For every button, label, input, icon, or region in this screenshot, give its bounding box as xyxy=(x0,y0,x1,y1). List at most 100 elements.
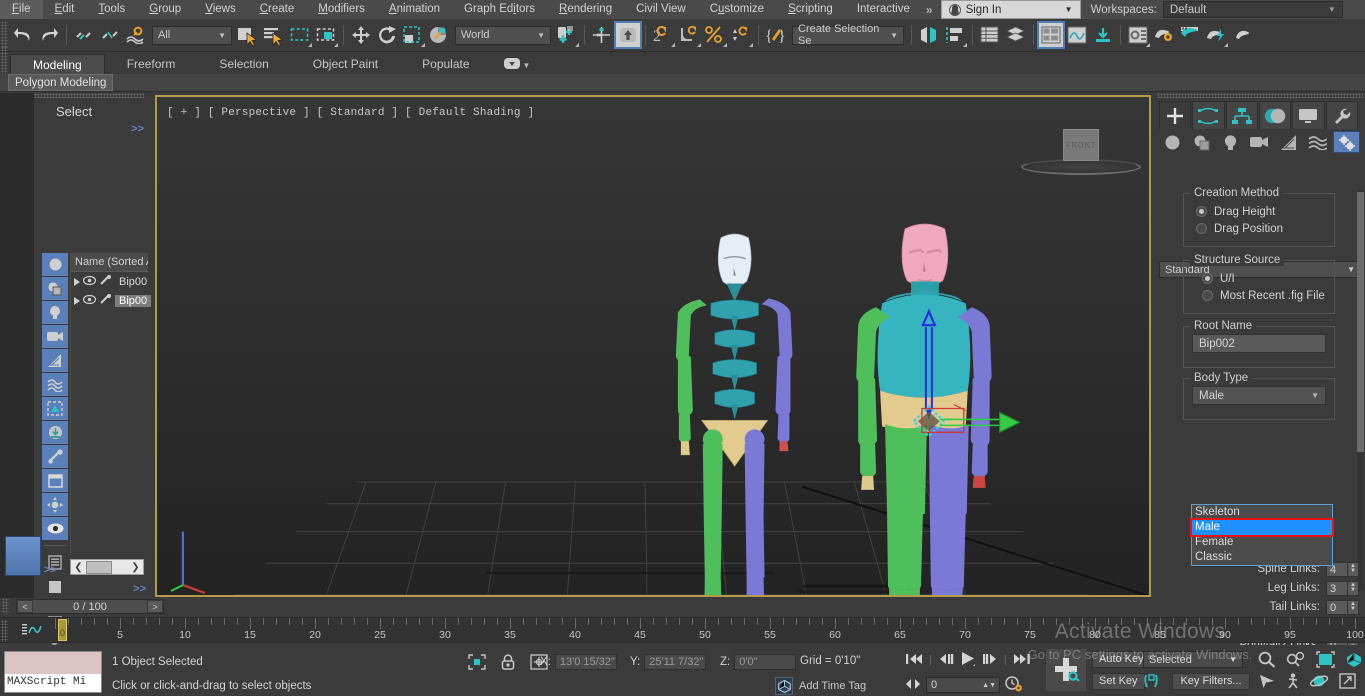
category-shapes-icon[interactable] xyxy=(1188,131,1215,153)
orbit-icon[interactable] xyxy=(1309,673,1329,692)
walkthrough-icon[interactable] xyxy=(1286,673,1300,692)
tab-modify[interactable] xyxy=(1192,101,1225,129)
track-bar-ruler[interactable]: 5 10 15 20 25 30 35 40 45 50 55 60 65 70 75 80 85 90 95 100 xyxy=(55,618,1365,644)
spinner-value[interactable]: 0 xyxy=(1326,599,1348,615)
select-and-move-icon[interactable] xyxy=(348,22,374,48)
zoom-region-icon[interactable] xyxy=(1345,651,1364,671)
category-space-warps-icon[interactable] xyxy=(1304,131,1331,153)
command-panel-scrollbar[interactable] xyxy=(1357,190,1364,590)
spinner-tail-links[interactable]: Tail Links: 0 ▲ ▼ xyxy=(1159,599,1359,615)
spinner-arrows-icon[interactable]: ▲▼ xyxy=(1348,599,1359,615)
menu-interactive[interactable]: Interactive xyxy=(845,0,922,19)
chevron-down-icon[interactable]: ▼ xyxy=(523,61,531,70)
scene-explorer-tree[interactable]: Name (Sorted A Bip00 Bip00 xyxy=(70,253,152,553)
render-production-icon[interactable] xyxy=(1203,22,1229,48)
menu-group[interactable]: Group xyxy=(137,0,193,19)
menu-scripting[interactable]: Scripting xyxy=(776,0,845,19)
spinner-leg-links[interactable]: Leg Links: 3 ▲ ▼ xyxy=(1159,580,1359,596)
viewcube[interactable]: FRONT xyxy=(1063,129,1099,161)
align-icon[interactable] xyxy=(942,22,968,48)
menu-tools[interactable]: Tools xyxy=(86,0,137,19)
pan-view-icon[interactable] xyxy=(1258,673,1276,692)
spinner-arrows-icon[interactable]: ▲▼ xyxy=(1348,561,1359,577)
select-and-rotate-icon[interactable] xyxy=(374,22,400,48)
open-mini-curve-editor-icon[interactable] xyxy=(22,622,42,638)
radio-drag-position[interactable]: Drag Position xyxy=(1184,220,1334,237)
reference-coordinate-combo[interactable]: World ▼ xyxy=(455,25,551,45)
scene-explorer-bottom-chevron[interactable]: >> xyxy=(133,583,146,595)
toggle-layer-explorer-icon[interactable] xyxy=(1003,22,1029,48)
current-frame-input[interactable]: 0 ▲▼ xyxy=(926,677,1000,693)
radio-most-recent-fig[interactable]: Most Recent .fig File xyxy=(1184,287,1334,304)
go-to-start-icon[interactable] xyxy=(905,652,923,669)
radio-ui[interactable]: U/I xyxy=(1184,270,1334,287)
maximize-viewport-toggle-icon[interactable] xyxy=(1339,673,1356,692)
tab-modeling[interactable]: Modeling xyxy=(10,54,105,74)
scene-explorer-expand-chevron[interactable]: >> xyxy=(131,123,144,135)
use-pivot-point-center-icon[interactable] xyxy=(554,22,580,48)
zoom-extents-icon[interactable] xyxy=(1316,651,1335,671)
menu-animation[interactable]: Animation xyxy=(377,0,452,19)
eye-icon[interactable] xyxy=(82,294,97,307)
scene-explorer-horizontal-scrollbar[interactable]: ❮ ❯ xyxy=(70,559,144,575)
set-key-button[interactable] xyxy=(1046,649,1086,691)
spinner-arrows-icon[interactable]: ▲▼ xyxy=(982,678,999,693)
dropdown-option-female[interactable]: Female xyxy=(1192,535,1332,550)
viewport-label[interactable]: [ + ] [ Perspective ] [ Standard ] [ Def… xyxy=(167,107,534,119)
zoom-all-icon[interactable] xyxy=(1286,651,1306,671)
tab-hierarchy[interactable] xyxy=(1225,101,1258,129)
select-and-scale-icon[interactable] xyxy=(400,22,426,48)
time-configuration-icon[interactable] xyxy=(1005,675,1023,695)
menu-civil-view[interactable]: Civil View xyxy=(624,0,698,19)
menu-file[interactable]: File xyxy=(0,0,43,19)
body-type-combo[interactable]: Male ▼ xyxy=(1192,386,1326,405)
track-bar-grip[interactable] xyxy=(1,620,8,642)
spinner-value[interactable]: 3 xyxy=(1326,580,1348,596)
track-bar[interactable]: 5 10 15 20 25 30 35 40 45 50 55 60 65 70 75 80 85 90 95 100… xyxy=(0,617,1365,643)
bind-to-space-warp-icon[interactable] xyxy=(123,22,149,48)
angle-snap-toggle-icon[interactable] xyxy=(676,22,702,48)
spinner-snap-toggle-icon[interactable] xyxy=(728,22,754,48)
menu-edit[interactable]: Edit xyxy=(43,0,87,19)
render-setup-icon[interactable] xyxy=(1151,22,1177,48)
schematic-view-icon[interactable] xyxy=(1064,22,1090,48)
use-selection-center-icon[interactable] xyxy=(589,22,615,48)
percent-snap-toggle-icon[interactable] xyxy=(702,22,728,48)
go-to-end-icon[interactable] xyxy=(1013,652,1031,669)
tab-create[interactable] xyxy=(1159,101,1192,129)
curve-editor-icon[interactable] xyxy=(1037,21,1065,49)
root-name-input[interactable]: Bip002 xyxy=(1192,334,1326,353)
set-key-mode-icon[interactable] xyxy=(1143,673,1160,692)
set-key-label[interactable]: Set Key xyxy=(1092,673,1145,690)
category-cameras-icon[interactable] xyxy=(1246,131,1273,153)
expand-triangle-icon[interactable] xyxy=(74,296,80,305)
next-frame-arrow[interactable]: > xyxy=(147,600,163,613)
category-helpers-icon[interactable] xyxy=(1275,131,1302,153)
perspective-viewport[interactable]: [ + ] [ Perspective ] [ Standard ] [ Def… xyxy=(155,95,1151,597)
viewcube-compass-ring[interactable] xyxy=(1021,159,1141,175)
workspace-selector[interactable]: Default ▼ xyxy=(1162,1,1343,18)
filter-all-icon[interactable] xyxy=(42,493,68,516)
filter-shapes-icon[interactable] xyxy=(42,277,68,300)
panel-tab-polygon-modeling[interactable]: Polygon Modeling xyxy=(8,74,114,91)
selection-filter-combo[interactable]: All ▼ xyxy=(152,25,232,45)
menu-rendering[interactable]: Rendering xyxy=(547,0,624,19)
auto-key-label[interactable]: Auto Key xyxy=(1092,651,1151,668)
expand-triangle-icon[interactable] xyxy=(74,277,80,286)
scene-explorer-grip[interactable] xyxy=(34,93,144,98)
coordinate-x-input[interactable]: 13'0 15/32" xyxy=(554,654,617,670)
key-mode-toggle-icon[interactable] xyxy=(905,678,921,693)
eye-icon[interactable] xyxy=(82,275,97,288)
menu-overflow-chevron[interactable]: » xyxy=(922,3,937,17)
auto-key-button[interactable]: Auto Key xyxy=(1092,651,1151,668)
filter-visibility-icon[interactable] xyxy=(42,517,68,540)
command-panel-grip[interactable] xyxy=(1157,93,1363,98)
maxscript-output-pane[interactable] xyxy=(5,652,101,674)
window-crossing-toggle-icon[interactable] xyxy=(313,22,339,48)
key-filters-label[interactable]: Key Filters... xyxy=(1172,673,1250,690)
selection-lock-toggle-icon[interactable] xyxy=(501,654,518,673)
zoom-icon[interactable] xyxy=(1258,651,1276,671)
menu-views[interactable]: Views xyxy=(193,0,247,19)
mirror-icon[interactable] xyxy=(916,22,942,48)
select-and-link-icon[interactable] xyxy=(71,22,97,48)
